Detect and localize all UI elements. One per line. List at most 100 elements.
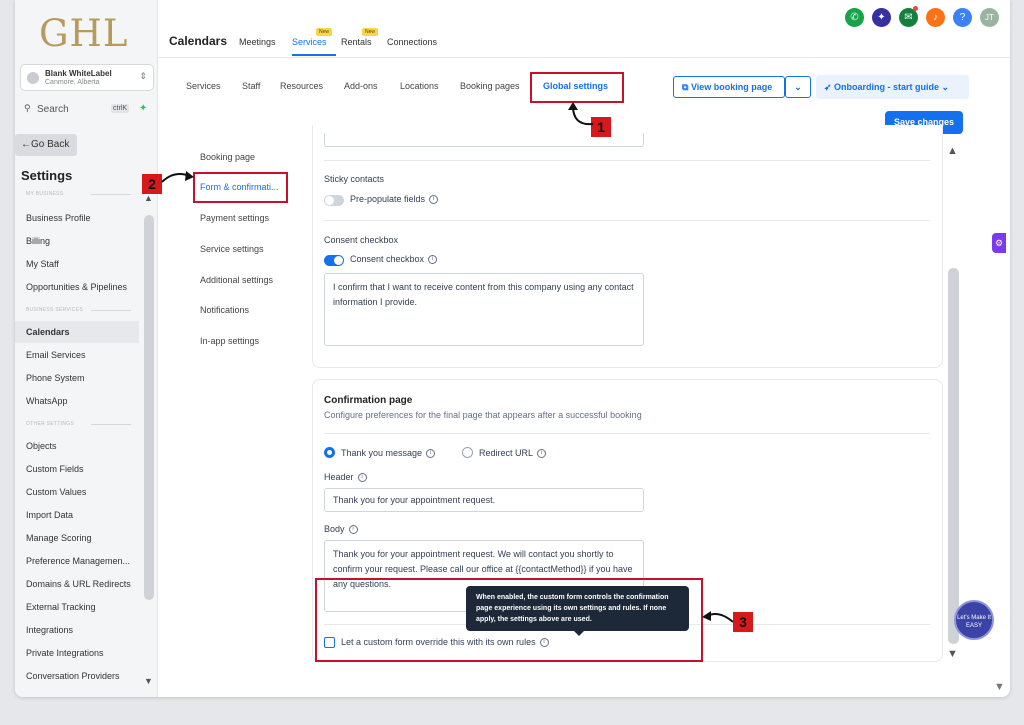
divider [324, 433, 930, 434]
view-booking-page-button[interactable]: ⧉ View booking page [673, 76, 785, 98]
pre-populate-toggle[interactable] [324, 195, 344, 206]
sidebar-item-conversation-providers[interactable]: Conversation Providers [15, 665, 139, 687]
subtab-services[interactable]: Services [186, 81, 221, 91]
sidebar-item-external-tracking[interactable]: External Tracking [15, 596, 139, 618]
onboarding-button[interactable]: ➶ Onboarding - start guide ⌄ [816, 75, 969, 99]
new-badge: New [362, 28, 379, 36]
sidebar-item-integrations[interactable]: Integrations [15, 619, 139, 641]
settings-heading: Settings [21, 168, 73, 183]
consent-label: Consent checkbox i [350, 254, 438, 265]
info-icon: i [348, 525, 358, 535]
sidebar-item-opportunities[interactable]: Opportunities & Pipelines [15, 276, 139, 298]
search-icon: ⚲ [24, 103, 31, 113]
sidebar-item-email-services[interactable]: Email Services [15, 344, 139, 366]
subtab-add-ons[interactable]: Add-ons [344, 81, 378, 91]
sidebar-item-custom-fields[interactable]: Custom Fields [15, 458, 139, 480]
window-scroll-down-icon[interactable]: ▼ [994, 681, 1005, 693]
help-widget[interactable]: Let's Make It EASY [954, 600, 994, 640]
annotation-box-1 [530, 72, 624, 103]
side-widget-icon[interactable]: ⚙ [992, 233, 1006, 253]
subtab-resources[interactable]: Resources [280, 81, 323, 91]
tab-meetings[interactable]: Meetings [239, 37, 276, 47]
section-divider [91, 194, 131, 195]
menu-booking-page[interactable]: Booking page [200, 152, 255, 162]
toggle-knob [334, 256, 343, 265]
subtab-locations[interactable]: Locations [400, 81, 439, 91]
avatar[interactable]: JT [980, 8, 999, 27]
divider [324, 220, 930, 221]
view-booking-dropdown[interactable]: ⌄ [785, 76, 811, 98]
annotation-badge-3: 3 [733, 612, 753, 632]
sidebar-item-business-profile[interactable]: Business Profile [15, 207, 139, 229]
help-icon[interactable]: ? [953, 8, 972, 27]
sidebar-item-preference-management[interactable]: Preference Managemen... [15, 550, 139, 572]
top-bar: Calendars Meetings Services New Rentals … [158, 0, 1010, 58]
sparkle-icon[interactable]: ✦ [872, 8, 891, 27]
sidebar-item-billing[interactable]: Billing [15, 230, 139, 252]
menu-payment-settings[interactable]: Payment settings [200, 213, 269, 223]
sidebar-item-phone-system[interactable]: Phone System [15, 367, 139, 389]
sticky-contacts-title: Sticky contacts [324, 174, 385, 184]
account-avatar [27, 72, 39, 84]
sidebar-scroll-up-icon[interactable]: ▲ [144, 193, 153, 203]
menu-additional-settings[interactable]: Additional settings [200, 275, 273, 285]
menu-service-settings[interactable]: Service settings [200, 244, 264, 254]
active-tab-underline [292, 54, 336, 56]
shortcut-badge: ctrlK [111, 104, 129, 113]
sidebar-item-objects[interactable]: Objects [15, 435, 139, 457]
pre-populate-label: Pre-populate fields i [350, 194, 439, 205]
consent-text-area[interactable]: I confirm that I want to receive content… [324, 273, 644, 346]
tab-connections[interactable]: Connections [387, 37, 437, 47]
consent-toggle[interactable] [324, 255, 344, 266]
settings-sidebar: GHL Blank WhiteLabel Canmore, Alberta ⇕ … [15, 0, 158, 697]
subtab-booking-pages[interactable]: Booking pages [460, 81, 520, 91]
annotation-box-2 [193, 172, 288, 203]
account-switcher[interactable]: Blank WhiteLabel Canmore, Alberta ⇕ [20, 64, 154, 91]
sidebar-scrollbar[interactable] [144, 215, 154, 600]
phone-icon[interactable]: ✆ [845, 8, 864, 27]
sidebar-scroll-down-icon[interactable]: ▼ [144, 676, 153, 686]
chevron-down-icon: ⌄ [794, 82, 802, 92]
menu-notifications[interactable]: Notifications [200, 305, 249, 315]
logo: GHL [39, 12, 129, 55]
sidebar-item-my-staff[interactable]: My Staff [15, 253, 139, 275]
scroll-down-icon[interactable]: ▼ [947, 648, 958, 660]
tab-services[interactable]: Services [292, 37, 327, 47]
confirmation-subtitle: Configure preferences for the final page… [324, 410, 642, 420]
subtab-staff[interactable]: Staff [242, 81, 260, 91]
sidebar-item-import-data[interactable]: Import Data [15, 504, 139, 526]
quick-action-icon[interactable]: ✦ [139, 103, 147, 114]
search-input[interactable]: ⚲ Search ctrlK [21, 100, 131, 118]
scroll-up-icon[interactable]: ▲ [947, 145, 958, 157]
page-title: Calendars [169, 34, 228, 48]
confirmation-title: Confirmation page [324, 395, 413, 406]
radio-thank-you[interactable] [324, 447, 335, 458]
section-divider [91, 310, 131, 311]
annotation-box-3 [315, 578, 703, 662]
info-icon: i [426, 449, 436, 459]
header-input[interactable]: Thank you for your appointment request. [324, 488, 644, 512]
sidebar-item-whatsapp[interactable]: WhatsApp [15, 390, 139, 412]
account-location: Canmore, Alberta [45, 79, 100, 86]
go-back-button[interactable]: ←Go Back [15, 134, 77, 156]
sidebar-item-custom-values[interactable]: Custom Values [15, 481, 139, 503]
search-placeholder: Search [37, 104, 69, 115]
menu-in-app-settings[interactable]: In-app settings [200, 336, 259, 346]
section-divider [91, 424, 131, 425]
info-icon: i [429, 195, 439, 205]
chevron-updown-icon: ⇕ [139, 71, 147, 81]
radio-redirect-url[interactable] [462, 447, 473, 458]
sidebar-item-domains[interactable]: Domains & URL Redirects [15, 573, 139, 595]
sidebar-item-manage-scoring[interactable]: Manage Scoring [15, 527, 139, 549]
main-scrollbar[interactable] [948, 268, 959, 644]
section-other-settings: OTHER SETTINGS [26, 421, 75, 427]
bell-icon[interactable]: ♪ [926, 8, 945, 27]
sidebar-item-calendars[interactable]: Calendars [15, 321, 139, 343]
sidebar-item-private-integrations[interactable]: Private Integrations [15, 642, 139, 664]
info-icon: i [428, 255, 438, 265]
toggle-knob [325, 196, 334, 205]
tab-rentals[interactable]: Rentals [341, 37, 372, 47]
info-icon: i [537, 449, 547, 459]
section-my-business: MY BUSINESS [26, 191, 64, 197]
annotation-arrow-2 [161, 171, 194, 183]
